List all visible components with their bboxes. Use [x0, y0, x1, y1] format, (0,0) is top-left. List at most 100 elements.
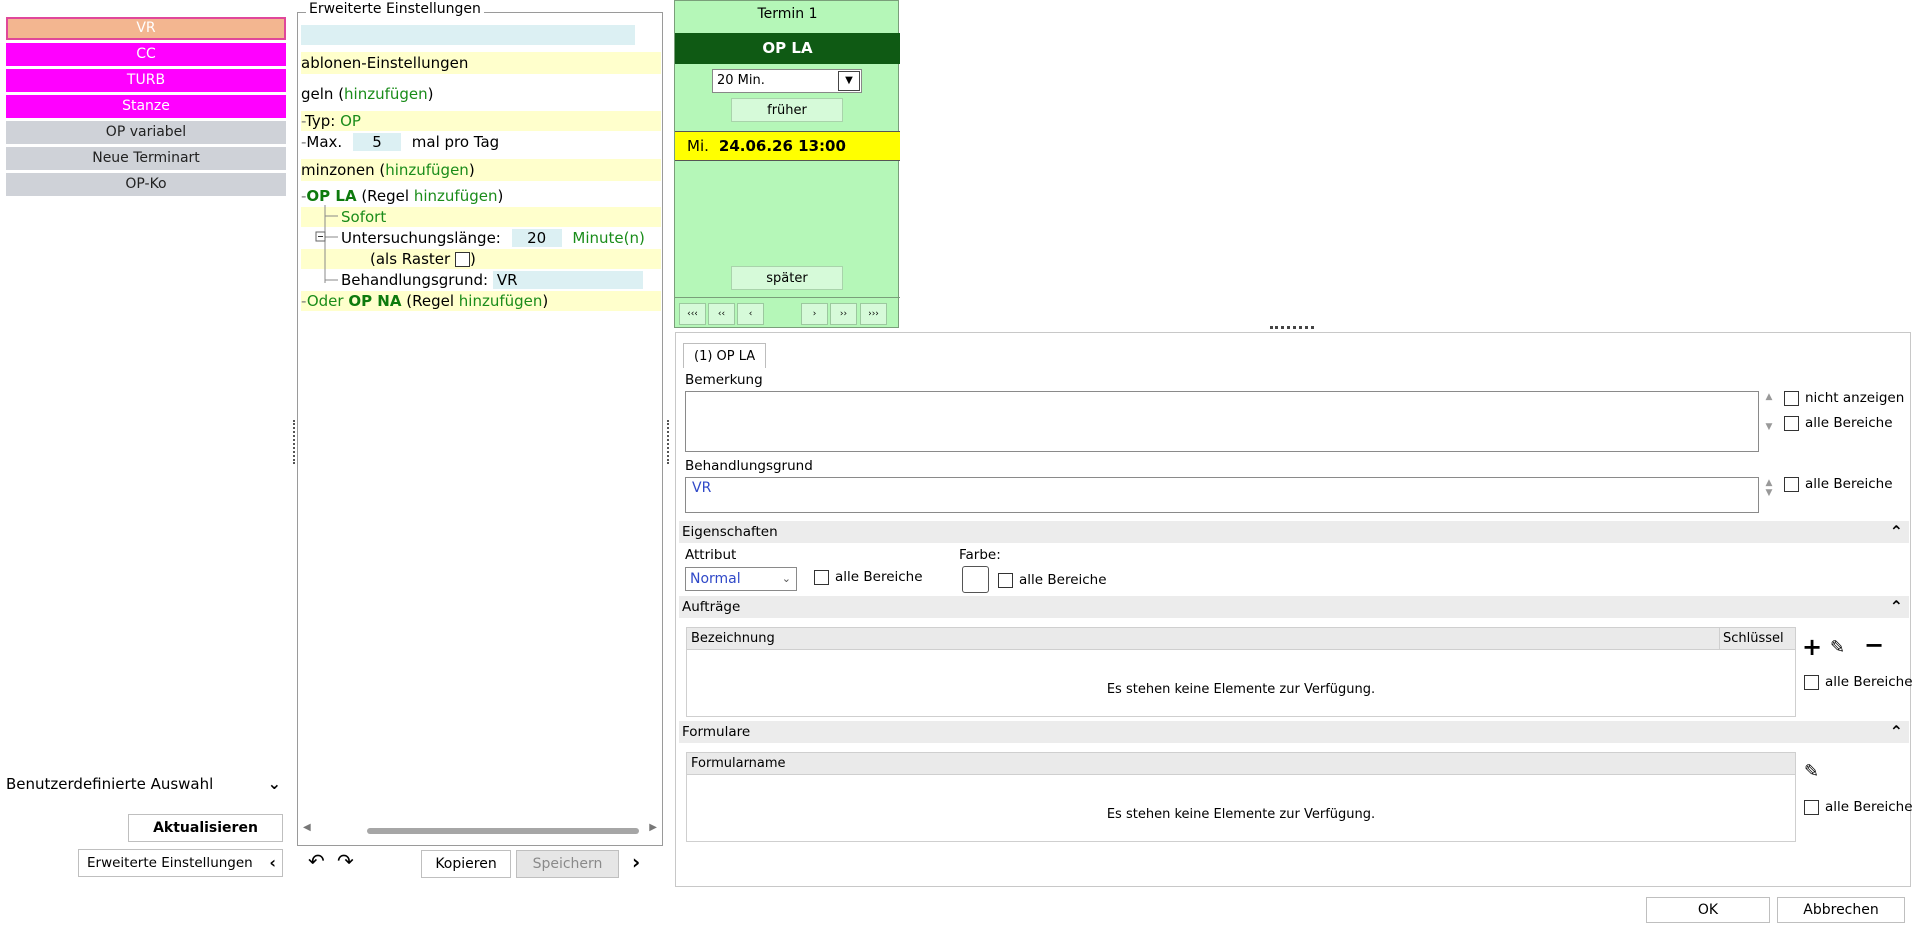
chevron-up-icon[interactable]: ⌃: [1890, 521, 1903, 543]
tree-horizontal-scrollbar[interactable]: ◀ ▶: [301, 821, 659, 838]
type-label: Typ:: [305, 112, 341, 130]
tab-op-la[interactable]: (1) OP LA: [683, 343, 767, 368]
chevron-right-icon[interactable]: ›: [632, 850, 640, 874]
reason-all-areas-checkbox[interactable]: [1784, 476, 1799, 492]
dropdown-arrow-icon[interactable]: ▼: [838, 71, 860, 91]
appointment-type-vr[interactable]: VR: [6, 17, 286, 40]
forms-all-areas-checkbox[interactable]: [1804, 799, 1819, 815]
remark-label: Bemerkung: [685, 372, 763, 388]
paren: ): [542, 292, 549, 310]
appointment-type-turb[interactable]: TURB: [6, 69, 286, 92]
reason-textarea[interactable]: VR: [685, 477, 1759, 513]
remark-all-areas-checkbox[interactable]: [1784, 415, 1799, 431]
attribute-label: Attribut: [685, 547, 737, 563]
as-grid-checkbox[interactable]: [454, 252, 470, 267]
tree-exam-length: Untersuchungslänge: 20 Minute(n): [301, 228, 661, 248]
edit-icon[interactable]: ✎: [1830, 636, 1845, 660]
add-rule-op-na-link[interactable]: hinzufügen: [459, 292, 543, 310]
redo-icon[interactable]: ↷: [337, 851, 354, 871]
immediate-label[interactable]: Sofort: [341, 208, 386, 226]
appointment-type-stanze[interactable]: Stanze: [6, 95, 286, 118]
reason-all-areas-option[interactable]: alle Bereiche: [1784, 476, 1893, 492]
tree-template-settings[interactable]: ablonen-Einstellungen: [301, 52, 661, 74]
rule-op-na-label[interactable]: OP NA: [348, 292, 401, 310]
appointment-title: Termin 1: [757, 6, 818, 22]
edit-form-icon[interactable]: ✎: [1804, 760, 1819, 784]
hide-remark-option[interactable]: nicht anzeigen: [1784, 390, 1904, 406]
nav-next-page-button[interactable]: ››: [830, 303, 857, 325]
hide-remark-label: nicht anzeigen: [1805, 390, 1905, 406]
col-name-header[interactable]: Bezeichnung: [691, 631, 775, 646]
color-all-areas-option[interactable]: alle Bereiche: [998, 572, 1107, 588]
chevron-up-icon[interactable]: ⌃: [1890, 721, 1903, 743]
appointment-type-op-variabel[interactable]: OP variabel: [6, 121, 286, 144]
later-button[interactable]: später: [731, 266, 843, 290]
template-name-field[interactable]: [301, 25, 635, 45]
scroll-thumb[interactable]: [367, 828, 639, 834]
orders-table-header: Bezeichnung Schlüssel: [687, 628, 1795, 650]
hide-remark-checkbox[interactable]: [1784, 390, 1799, 406]
reason-input[interactable]: VR: [492, 271, 643, 289]
col-formname-header[interactable]: Formularname: [691, 756, 786, 771]
remark-scrollbar[interactable]: ▲ ▼: [1762, 392, 1776, 432]
tree-as-grid: (als Raster ): [301, 249, 661, 269]
chevron-up-icon[interactable]: ⌃: [1890, 596, 1903, 618]
rule-prefix: (Regel: [356, 187, 414, 205]
nav-last-button[interactable]: ›››: [860, 303, 887, 325]
nav-prev-button[interactable]: ‹: [737, 303, 764, 325]
remark-all-areas-option[interactable]: alle Bereiche: [1784, 415, 1893, 431]
ok-button[interactable]: OK: [1646, 897, 1770, 923]
color-all-areas-label: alle Bereiche: [1019, 572, 1107, 588]
type-value[interactable]: OP: [340, 112, 361, 130]
color-picker[interactable]: [962, 566, 989, 593]
properties-section-header[interactable]: Eigenschaften ⌃: [679, 521, 1909, 543]
orders-all-areas-option[interactable]: alle Bereiche: [1804, 674, 1913, 690]
custom-selection-dropdown[interactable]: Benutzerdefinierte Auswahl ⌄: [6, 772, 281, 796]
appointment-nav: ‹‹‹ ‹‹ ‹ › ›› ›››: [675, 297, 900, 329]
appointment-type-cc[interactable]: CC: [6, 43, 286, 66]
forms-all-areas-option[interactable]: alle Bereiche: [1804, 799, 1913, 815]
earlier-button[interactable]: früher: [731, 98, 843, 122]
add-rule-link[interactable]: hinzufügen: [344, 85, 428, 103]
color-all-areas-checkbox[interactable]: [998, 572, 1013, 588]
scroll-left-icon[interactable]: ◀: [303, 822, 311, 833]
orders-all-areas-checkbox[interactable]: [1804, 674, 1819, 690]
remark-textarea[interactable]: [685, 391, 1759, 452]
forms-section-title: Formulare: [682, 724, 751, 740]
add-icon[interactable]: +: [1802, 635, 1822, 659]
minutes-label: Minute(n): [572, 229, 645, 247]
remark-all-areas-label: alle Bereiche: [1805, 415, 1893, 431]
advanced-settings-label: Erweiterte Einstellungen: [87, 855, 253, 871]
left-splitter[interactable]: [293, 420, 296, 464]
appointment-type-op-ko[interactable]: OP-Ko: [6, 173, 286, 196]
scroll-right-icon[interactable]: ▶: [649, 822, 657, 833]
horizontal-splitter[interactable]: [1270, 326, 1314, 330]
exam-length-input[interactable]: 20: [511, 229, 562, 247]
cancel-button[interactable]: Abbrechen: [1777, 897, 1905, 923]
refresh-button[interactable]: Aktualisieren: [128, 814, 283, 842]
attribute-all-areas-option[interactable]: alle Bereiche: [814, 569, 923, 585]
col-key-header[interactable]: Schlüssel: [1723, 631, 1784, 646]
attribute-select[interactable]: Normal ⌄: [685, 567, 797, 591]
remove-icon[interactable]: −: [1864, 633, 1884, 657]
advanced-settings-button[interactable]: Erweiterte Einstellungen ‹: [78, 849, 283, 877]
nav-first-button[interactable]: ‹‹‹: [679, 303, 706, 325]
attribute-all-areas-checkbox[interactable]: [814, 569, 829, 585]
middle-splitter[interactable]: [667, 420, 670, 464]
duration-select[interactable]: 20 Min. ▼: [712, 69, 862, 93]
reason-scrollbar[interactable]: ▲ ▼: [1762, 478, 1776, 498]
undo-icon[interactable]: ↶: [308, 851, 325, 871]
orders-section-header[interactable]: Aufträge ⌃: [679, 596, 1909, 618]
appointment-datetime: Mi. 24.06.26 13:00: [675, 131, 900, 161]
max-per-day-input[interactable]: 5: [352, 133, 401, 151]
forms-section-header[interactable]: Formulare ⌃: [679, 721, 1909, 743]
nav-prev-page-button[interactable]: ‹‹: [708, 303, 735, 325]
save-button[interactable]: Speichern: [516, 850, 619, 878]
forms-table-header: Formularname: [687, 753, 1795, 775]
tree-immediate: Sofort: [301, 207, 661, 227]
add-zone-link[interactable]: hinzufügen: [385, 161, 469, 179]
copy-button[interactable]: Kopieren: [421, 850, 511, 878]
nav-next-button[interactable]: ›: [801, 303, 828, 325]
appointment-type-neue-terminart[interactable]: Neue Terminart: [6, 147, 286, 170]
add-rule-op-la-link[interactable]: hinzufügen: [414, 187, 498, 205]
